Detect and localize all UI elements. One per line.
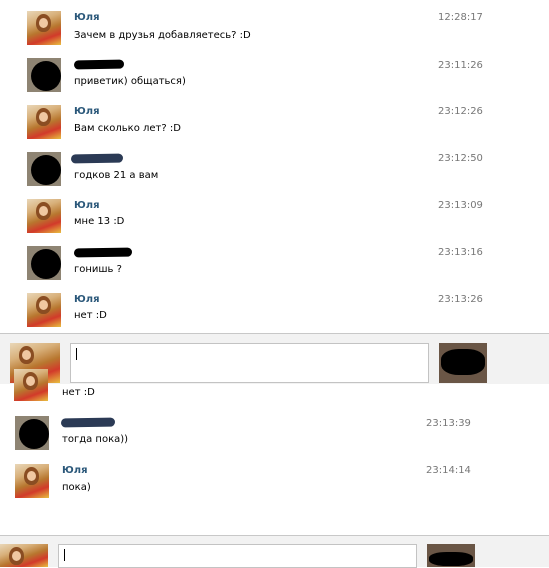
- message-time: 23:14:14: [426, 465, 471, 476]
- message-text: нет :D: [62, 387, 95, 398]
- sender-name[interactable]: Юля: [74, 12, 99, 23]
- redacted-face: [19, 419, 49, 449]
- redacted-face: [31, 249, 61, 279]
- message-time: 23:12:26: [438, 106, 483, 117]
- text-caret: [64, 549, 65, 561]
- message-text: Вам сколько лет? :D: [74, 123, 181, 134]
- redacted-face: [429, 552, 473, 566]
- avatar[interactable]: [27, 11, 61, 45]
- message-time: 23:13:09: [438, 200, 483, 211]
- sender-name[interactable]: Юля: [62, 465, 87, 476]
- sender-name[interactable]: Юля: [74, 200, 99, 211]
- contact-photo[interactable]: [439, 343, 487, 383]
- message-time: 23:12:50: [438, 153, 483, 164]
- message-time: 23:13:26: [438, 294, 483, 305]
- my-avatar[interactable]: [0, 544, 48, 567]
- message-time: 23:13:16: [438, 247, 483, 258]
- redacted-name: [73, 59, 125, 70]
- message-text: Зачем в друзья добавляетесь? :D: [74, 30, 251, 41]
- message-text: годков 21 а вам: [74, 170, 159, 181]
- redacted-face: [31, 155, 61, 185]
- message-text: мне 13 :D: [74, 216, 125, 227]
- avatar[interactable]: [27, 58, 61, 92]
- message-time: 23:11:26: [438, 60, 483, 71]
- sender-name[interactable]: Юля: [74, 294, 99, 305]
- message-text: пока): [62, 482, 91, 493]
- redacted-name: [60, 417, 116, 428]
- compose-bar: [0, 334, 549, 384]
- message-text: тогда пока)): [62, 434, 129, 445]
- avatar[interactable]: [27, 105, 61, 139]
- avatar[interactable]: [14, 369, 48, 401]
- redacted-name: [70, 153, 124, 164]
- avatar[interactable]: [27, 293, 61, 327]
- avatar[interactable]: [27, 246, 61, 280]
- message-text: гонишь ?: [74, 264, 122, 275]
- redacted-name: [73, 247, 133, 258]
- message-input[interactable]: [70, 343, 429, 383]
- avatar[interactable]: [15, 464, 49, 498]
- sender-name[interactable]: Юля: [74, 106, 99, 117]
- message-text: нет :D: [74, 310, 107, 321]
- avatar[interactable]: [15, 416, 49, 450]
- message-input[interactable]: [58, 544, 417, 568]
- avatar[interactable]: [27, 199, 61, 233]
- message-time: 23:13:39: [426, 418, 471, 429]
- text-caret: [76, 348, 77, 360]
- contact-photo[interactable]: [427, 544, 475, 567]
- compose-bar: [0, 536, 549, 568]
- message-text: приветик) общаться): [74, 76, 186, 87]
- message-time: 12:28:17: [438, 12, 483, 23]
- redacted-face: [441, 349, 485, 375]
- avatar[interactable]: [27, 152, 61, 186]
- redacted-face: [31, 61, 61, 91]
